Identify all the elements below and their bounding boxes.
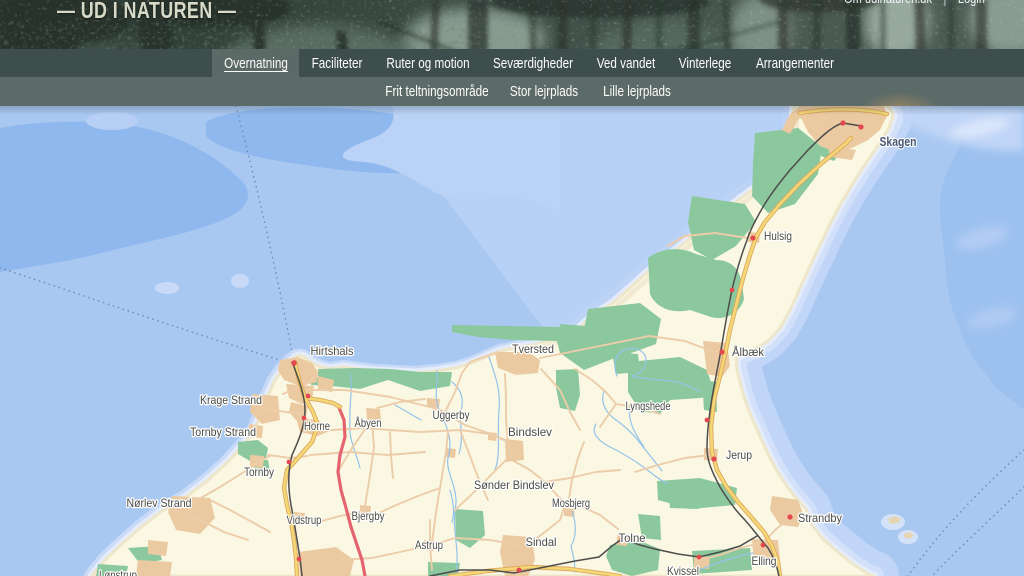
- svg-text:Hulsig: Hulsig: [764, 229, 792, 243]
- svg-text:Tornby: Tornby: [244, 465, 274, 479]
- svg-text:Astrup: Astrup: [415, 538, 443, 552]
- svg-text:Ålbæk: Ålbæk: [732, 344, 765, 359]
- svg-text:Mosbjerg: Mosbjerg: [552, 496, 590, 510]
- svg-text:Tolne: Tolne: [619, 531, 646, 545]
- svg-text:Tornby Strand: Tornby Strand: [190, 425, 256, 439]
- svg-text:Vidstrup: Vidstrup: [287, 513, 322, 527]
- svg-text:Sindal: Sindal: [526, 535, 557, 549]
- svg-text:Horne: Horne: [304, 419, 330, 433]
- svg-text:Strandby: Strandby: [798, 511, 842, 525]
- svg-text:Lyngshede: Lyngshede: [626, 399, 671, 413]
- svg-text:Nørlev Strand: Nørlev Strand: [127, 496, 192, 510]
- svg-text:Uggerby: Uggerby: [433, 408, 470, 422]
- svg-text:Lønstrup: Lønstrup: [99, 568, 137, 576]
- svg-text:Kvissel: Kvissel: [667, 564, 699, 576]
- svg-text:Åbyen: Åbyen: [355, 415, 382, 430]
- svg-text:Sønder Bindslev: Sønder Bindslev: [474, 478, 554, 492]
- svg-text:Skagen: Skagen: [880, 135, 917, 149]
- svg-text:Hirtshals: Hirtshals: [311, 344, 354, 358]
- svg-text:Tversted: Tversted: [512, 342, 554, 356]
- svg-text:Krage Strand: Krage Strand: [200, 393, 262, 407]
- svg-text:Bindslev: Bindslev: [508, 425, 552, 439]
- svg-text:Jerup: Jerup: [726, 448, 752, 462]
- svg-text:Elling: Elling: [752, 554, 777, 568]
- svg-text:Bjergby: Bjergby: [352, 509, 385, 523]
